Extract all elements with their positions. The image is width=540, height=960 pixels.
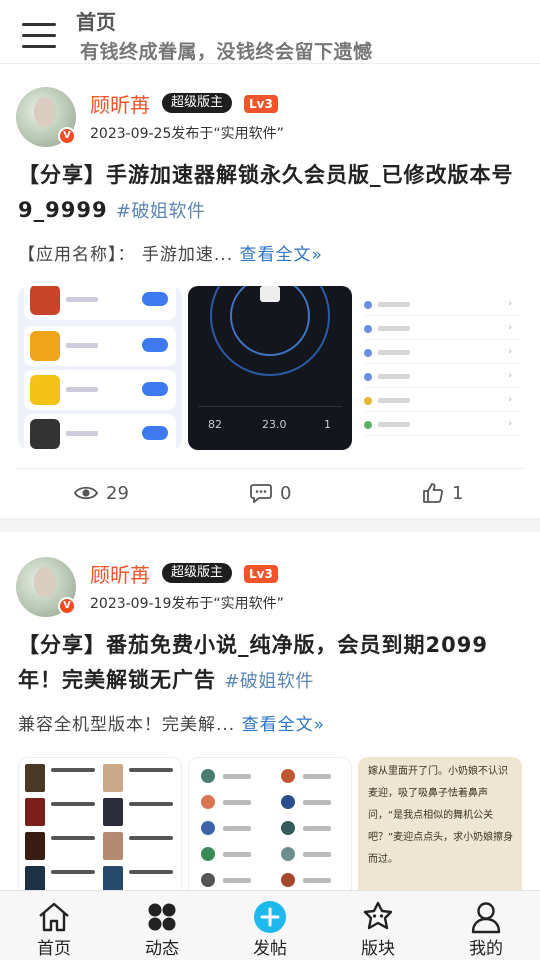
author-name[interactable]: 顾昕苒 bbox=[90, 559, 150, 588]
post-excerpt: 兼容全机型版本！完美解... 查看全文» bbox=[18, 710, 325, 735]
author-name[interactable]: 顾昕苒 bbox=[90, 89, 150, 118]
post-title-text[interactable]: 【分享】手游加速器解锁永久会员版_已修改版本号9_9999 bbox=[18, 163, 514, 222]
speed-value-2: 23.0 bbox=[262, 418, 287, 431]
level-badge: Lv3 bbox=[244, 95, 278, 113]
post-excerpt: 【应用名称】： 手游加速... 查看全文» bbox=[18, 240, 323, 265]
excerpt-text: 兼容全机型版本！完美解... bbox=[18, 715, 236, 735]
post-tag[interactable]: #破姐软件 bbox=[224, 671, 314, 692]
post-card[interactable]: V 顾昕苒 超级版主 Lv3 2023-09-19发布于“实用软件” 【分享】番… bbox=[0, 532, 540, 890]
likes-count: 1 bbox=[452, 482, 464, 504]
post-image[interactable]: 82 23.0 1 bbox=[188, 286, 352, 450]
like-button[interactable]: 1 bbox=[422, 479, 463, 507]
role-badge: 超级版主 bbox=[162, 93, 233, 113]
menu-icon[interactable] bbox=[22, 20, 58, 50]
tab-forum-label: 版块 bbox=[361, 939, 395, 959]
level-badge: Lv3 bbox=[244, 565, 278, 583]
post-title[interactable]: 【分享】番茄免费小说_纯净版，会员到期2099年！完美解锁无广告 #破姐软件 bbox=[18, 628, 528, 699]
eye-icon bbox=[74, 486, 98, 500]
speed-value-1: 82 bbox=[208, 418, 222, 431]
tab-post[interactable]: 发帖 bbox=[216, 891, 324, 960]
comments-stat[interactable]: 0 bbox=[250, 479, 291, 507]
post-card[interactable]: V 顾昕苒 超级版主 Lv3 2023-09-25发布于“实用软件” 【分享】手… bbox=[0, 65, 540, 518]
plus-circle-icon bbox=[254, 901, 286, 933]
tab-dynamic-label: 动态 bbox=[145, 939, 179, 959]
post-image[interactable]: 嫁从里面开了门。小奶娘不认识麦迎，吸了吸鼻子怯着鼻声问，“是我点相似的舞机公关吧… bbox=[358, 757, 522, 890]
forum-icon bbox=[363, 901, 393, 930]
views-count: 29 bbox=[106, 482, 129, 504]
tab-forum[interactable]: 版块 bbox=[324, 891, 432, 960]
post-tag[interactable]: #破姐软件 bbox=[116, 201, 206, 222]
post-image[interactable]: › › › › › › bbox=[358, 286, 522, 450]
excerpt-text: 【应用名称】： 手游加速... bbox=[18, 245, 234, 265]
post-feed: V 顾昕苒 超级版主 Lv3 2023-09-25发布于“实用软件” 【分享】手… bbox=[0, 65, 540, 890]
tab-mine-label: 我的 bbox=[469, 939, 503, 959]
read-more-link[interactable]: 查看全文» bbox=[242, 715, 325, 735]
bottom-tab-bar: 首页 动态 发帖 版块 我的 bbox=[0, 890, 540, 960]
post-meta: 2023-09-25发布于“实用软件” bbox=[90, 126, 284, 142]
top-header: 首页 有钱终成眷属，没钱终会留下遗憾 bbox=[0, 0, 540, 64]
post-meta: 2023-09-19发布于“实用软件” bbox=[90, 596, 284, 612]
thumbs-up-icon bbox=[423, 483, 443, 503]
home-icon bbox=[39, 902, 69, 932]
views-stat[interactable]: 29 bbox=[74, 479, 129, 507]
post-actions: 29 0 1 bbox=[16, 468, 524, 516]
post-title[interactable]: 【分享】手游加速器解锁永久会员版_已修改版本号9_9999 #破姐软件 bbox=[18, 158, 528, 229]
tab-mine[interactable]: 我的 bbox=[432, 891, 540, 960]
user-icon bbox=[471, 902, 501, 934]
tab-home[interactable]: 首页 bbox=[0, 891, 108, 960]
comments-count: 0 bbox=[280, 482, 292, 504]
tab-post-label: 发帖 bbox=[253, 939, 287, 959]
post-divider bbox=[0, 518, 540, 532]
page-subtitle: 有钱终成眷属，没钱终会留下遗憾 bbox=[80, 41, 373, 63]
speed-value-3: 1 bbox=[324, 418, 331, 431]
role-badge: 超级版主 bbox=[162, 563, 233, 583]
comment-icon bbox=[250, 484, 272, 503]
verified-badge: V bbox=[58, 597, 76, 615]
tab-dynamic[interactable]: 动态 bbox=[108, 891, 216, 960]
novel-preview-text: 嫁从里面开了门。小奶娘不认识麦迎，吸了吸鼻子怯着鼻声问，“是我点相似的舞机公关吧… bbox=[368, 766, 514, 865]
post-image[interactable] bbox=[188, 757, 352, 890]
post-image[interactable] bbox=[18, 286, 182, 450]
avatar[interactable]: V bbox=[16, 87, 76, 147]
tab-home-label: 首页 bbox=[37, 939, 71, 959]
read-more-link[interactable]: 查看全文» bbox=[240, 245, 323, 265]
avatar[interactable]: V bbox=[16, 557, 76, 617]
verified-badge: V bbox=[58, 127, 76, 145]
apps-icon bbox=[148, 903, 176, 931]
post-image[interactable] bbox=[18, 757, 182, 890]
page-title: 首页 bbox=[76, 10, 116, 34]
